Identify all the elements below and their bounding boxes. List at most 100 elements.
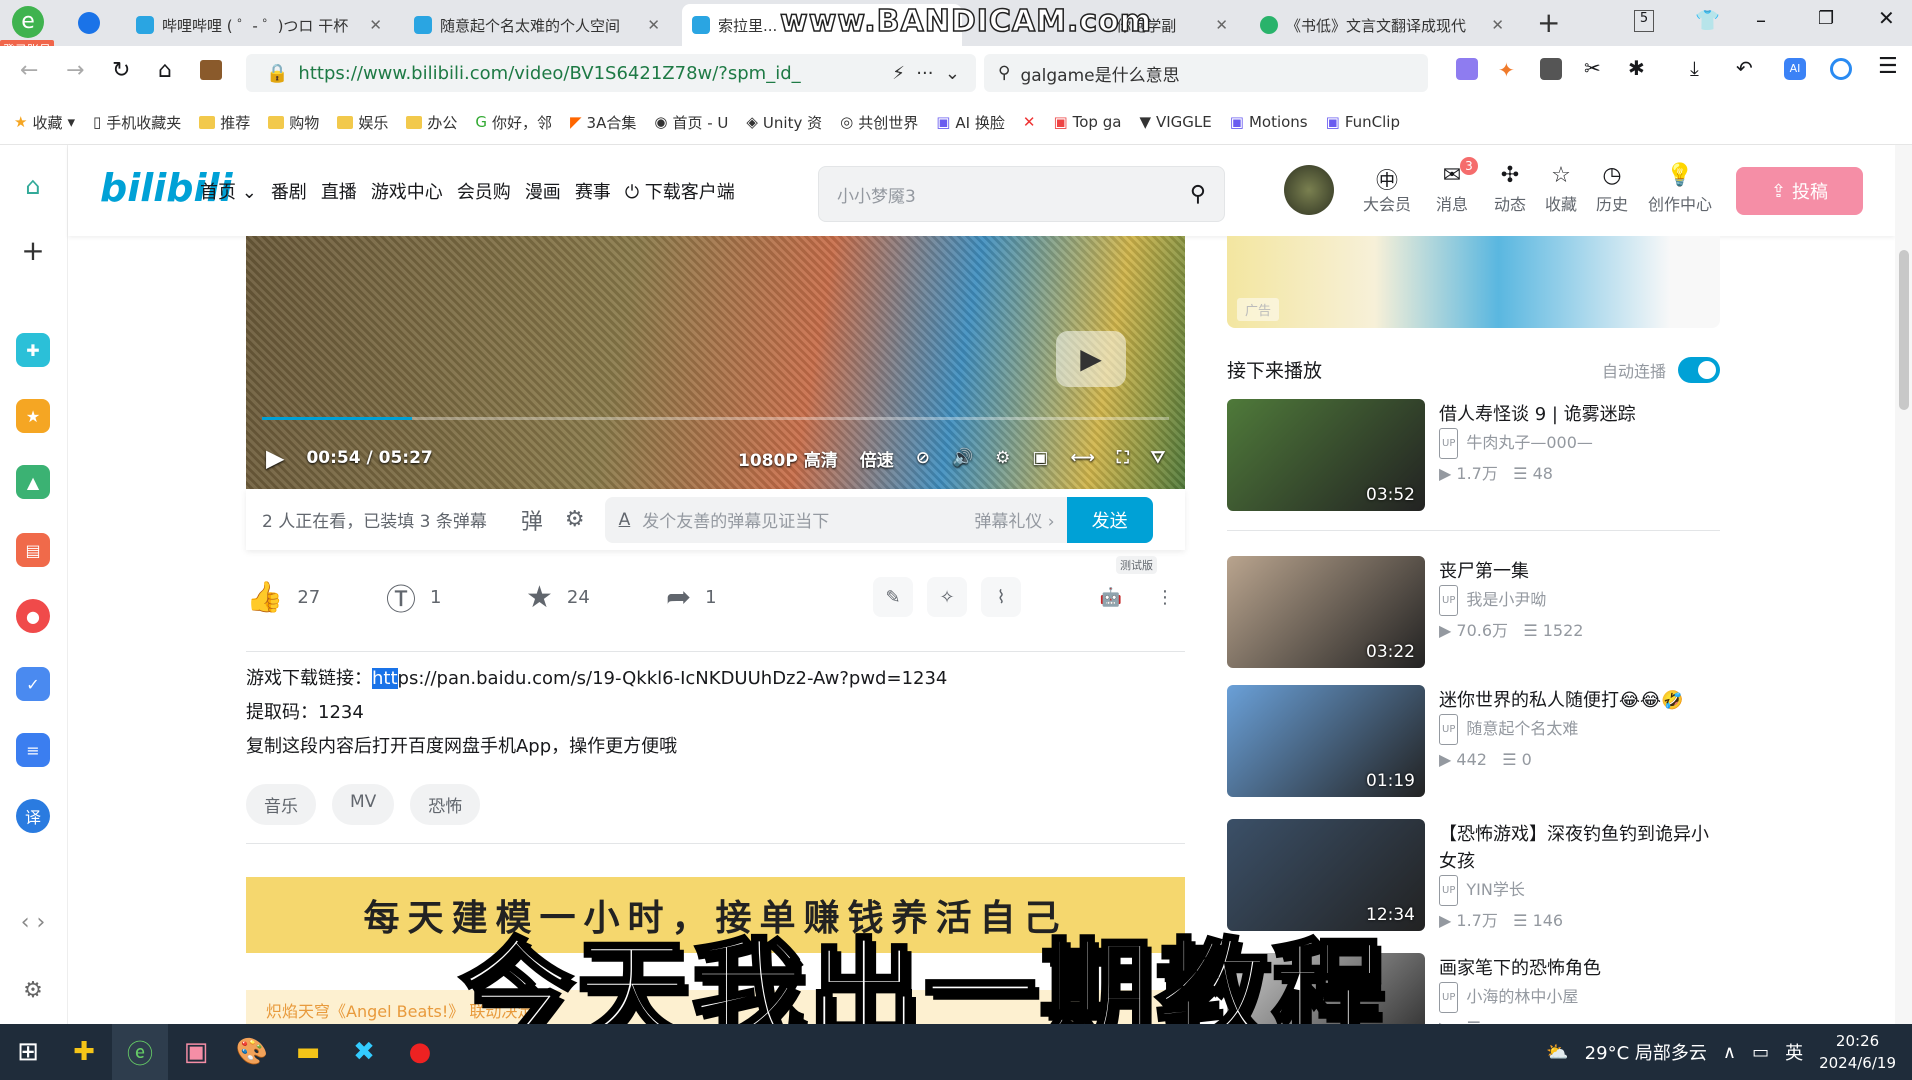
scissors-icon[interactable]: ✂ — [1584, 56, 1601, 80]
bookmark-item[interactable]: ◤ 3A合集 — [570, 112, 636, 133]
image-ai-icon[interactable]: ▲ — [16, 465, 50, 499]
site-search-input[interactable]: 小小梦魇3 ⚲ — [818, 166, 1225, 222]
home-icon[interactable]: ⌂ — [16, 169, 50, 203]
bookmark-item[interactable]: ◉ 首页 - U — [654, 112, 728, 133]
upload-button[interactable]: ⇪ 投稿 — [1736, 167, 1863, 215]
game-ext-icon[interactable]: ✦ — [1498, 58, 1515, 82]
clock[interactable]: 20:26 2024/6/19 — [1819, 1030, 1896, 1074]
tab-5[interactable]: 《书低》文言文翻译成现代 ✕ — [1250, 4, 1514, 46]
video-thumbnail[interactable]: 03:22 — [1227, 556, 1425, 668]
font-style-icon[interactable]: A — [619, 510, 631, 530]
star-icon[interactable]: ★ — [16, 399, 50, 433]
selected-text[interactable]: htt — [372, 668, 398, 689]
send-danmaku-button[interactable]: 发送 — [1066, 496, 1153, 543]
uploader[interactable]: UP 随意起个名太难 — [1439, 714, 1724, 745]
uploader[interactable]: UP 牛肉丸子—000— — [1439, 428, 1724, 459]
browser-search-input[interactable]: ⚲ galgame是什么意思 — [984, 54, 1428, 92]
screenshot-ext-icon[interactable] — [1540, 58, 1562, 80]
bookmark-item[interactable]: 娱乐 — [337, 112, 388, 133]
nav-shop[interactable]: 会员购 — [457, 178, 511, 204]
reload-icon[interactable]: ↻ — [112, 58, 130, 83]
video-title[interactable]: 借人寿怪谈 9 | 诡雾迷踪 — [1439, 401, 1724, 428]
favorite-button[interactable]: ★ 24 — [526, 580, 666, 615]
danmaku-toggle-icon[interactable]: 弹 — [521, 504, 543, 536]
video-title[interactable]: 丧尸第一集 — [1439, 558, 1724, 585]
forward-icon[interactable]: → — [66, 58, 84, 83]
bookmark-item[interactable]: 购物 — [268, 112, 319, 133]
uploader[interactable]: UP 小海的林中小屋 — [1439, 982, 1724, 1013]
uploader[interactable]: UP YIN学长 — [1439, 875, 1724, 906]
close-tab-icon[interactable]: ✕ — [1491, 16, 1504, 34]
record-ai-icon[interactable]: ● — [16, 599, 50, 633]
tag[interactable]: MV — [332, 784, 395, 825]
autoplay-toggle[interactable] — [1678, 356, 1720, 383]
ai-icon[interactable]: AI — [1784, 58, 1806, 80]
weather-icon[interactable]: ⛅ — [1546, 1042, 1568, 1063]
volume-icon[interactable]: 🔊 — [952, 448, 973, 468]
web-fullscreen-icon[interactable]: ⛶ — [1117, 448, 1129, 468]
header-creator[interactable]: 💡 创作中心 — [1640, 163, 1720, 215]
close-window-button[interactable]: ✕ — [1878, 6, 1895, 30]
play-icon[interactable]: ▶ — [266, 444, 284, 472]
bookmark-item[interactable]: 推荐 — [199, 112, 250, 133]
coin-button[interactable]: Ⓣ 1 — [386, 575, 526, 619]
close-tab-icon[interactable]: ✕ — [647, 16, 660, 34]
note-icon[interactable]: ✎ — [873, 577, 913, 617]
share-button[interactable]: ➦ 1 — [666, 580, 806, 615]
video-thumbnail[interactable]: 01:19 — [1227, 685, 1425, 797]
tag[interactable]: 音乐 — [246, 784, 316, 825]
nav-arrow-icon[interactable] — [78, 12, 100, 34]
tab-count[interactable]: 5 — [1634, 10, 1654, 32]
fullscreen-icon[interactable]: ⛛ — [1151, 448, 1165, 468]
app-icon[interactable]: ✚ — [16, 333, 50, 367]
network-icon[interactable]: ▭ — [1752, 1042, 1769, 1063]
ai-assistant-icon[interactable]: 🤖 — [1091, 577, 1131, 617]
page-scrollbar[interactable] — [1895, 145, 1912, 1024]
extensions-icon[interactable]: ✱ — [1628, 56, 1645, 80]
bookmark-item[interactable]: ▼ VIGGLE — [1139, 113, 1211, 131]
widescreen-icon[interactable]: ⟷ — [1070, 448, 1094, 468]
bookmark-item[interactable]: ▣ Motions — [1230, 113, 1308, 131]
paint-taskbar-icon[interactable]: 🎨 — [224, 1024, 280, 1080]
video-thumbnail[interactable]: 03:52 — [1227, 399, 1425, 511]
edge-icon[interactable] — [1830, 58, 1852, 80]
nav-anime[interactable]: 番剧 — [271, 178, 307, 204]
bookmark-item[interactable]: ▣ FunClip — [1326, 113, 1400, 131]
translate-icon[interactable]: 译 — [16, 799, 50, 833]
uploader[interactable]: UP 我是小尹呦 — [1439, 585, 1724, 616]
chart-icon[interactable]: ⌇ — [981, 577, 1021, 617]
ime-indicator[interactable]: 英 — [1785, 1039, 1803, 1065]
app-plus-icon[interactable]: ✚ — [56, 1024, 112, 1080]
chevron-up-icon[interactable]: ∧ — [1723, 1042, 1736, 1063]
scrollbar-thumb[interactable] — [1899, 250, 1909, 410]
nav-manga[interactable]: 漫画 — [525, 178, 561, 204]
bookmark-item[interactable]: ▣ AI 换脸 — [936, 112, 1005, 133]
undo-icon[interactable]: ↶ — [1736, 56, 1753, 80]
header-vip[interactable]: ㊥大会员 — [1357, 163, 1417, 215]
back-icon[interactable]: ← — [20, 58, 38, 83]
search-icon[interactable]: ⚲ — [1190, 182, 1206, 207]
settings-icon[interactable]: ⚙ — [16, 973, 50, 1007]
play-overlay-icon[interactable]: ▶ — [1056, 331, 1126, 387]
app-taskbar-icon[interactable]: ✖ — [336, 1024, 392, 1080]
home-icon[interactable]: ⌂ — [158, 58, 172, 83]
bookmark-item[interactable]: 办公 — [406, 112, 457, 133]
subtitle-off-icon[interactable]: ⊘ — [916, 448, 930, 468]
video-title[interactable]: 画家笔下的恐怖角色 — [1439, 955, 1724, 982]
danmaku-settings-icon[interactable]: ⚙ — [565, 507, 585, 532]
download-icon[interactable]: ⤓ — [1690, 56, 1699, 80]
menu-icon[interactable]: ☰ — [1878, 54, 1898, 79]
bookmark-item[interactable]: ▯ 手机收藏夹 — [93, 112, 181, 133]
add-icon[interactable]: + — [16, 233, 50, 267]
right-ad-image[interactable]: 广告 — [1227, 236, 1720, 328]
nav-game-center[interactable]: 游戏中心 — [371, 178, 443, 204]
doc-ai-icon[interactable]: ≡ — [16, 733, 50, 767]
pdf-ai-icon[interactable]: ▤ — [16, 533, 50, 567]
bookmark-item[interactable]: ▣ Top ga — [1053, 113, 1121, 131]
nav-home[interactable]: 首页 ⌄ — [200, 178, 257, 204]
download-link[interactable]: ps://pan.baidu.com/s/19-Qkkl6-IcNKDUUhDz… — [398, 668, 948, 689]
bookmark-item[interactable]: ★ 收藏 ▾ — [14, 112, 75, 133]
tab-1[interactable]: 哔哩哔哩 ( ゜- ゜)つロ 干杯 ✕ — [126, 4, 392, 46]
nav-esports[interactable]: 赛事 — [575, 178, 611, 204]
translate-ext-icon[interactable] — [1456, 58, 1478, 80]
